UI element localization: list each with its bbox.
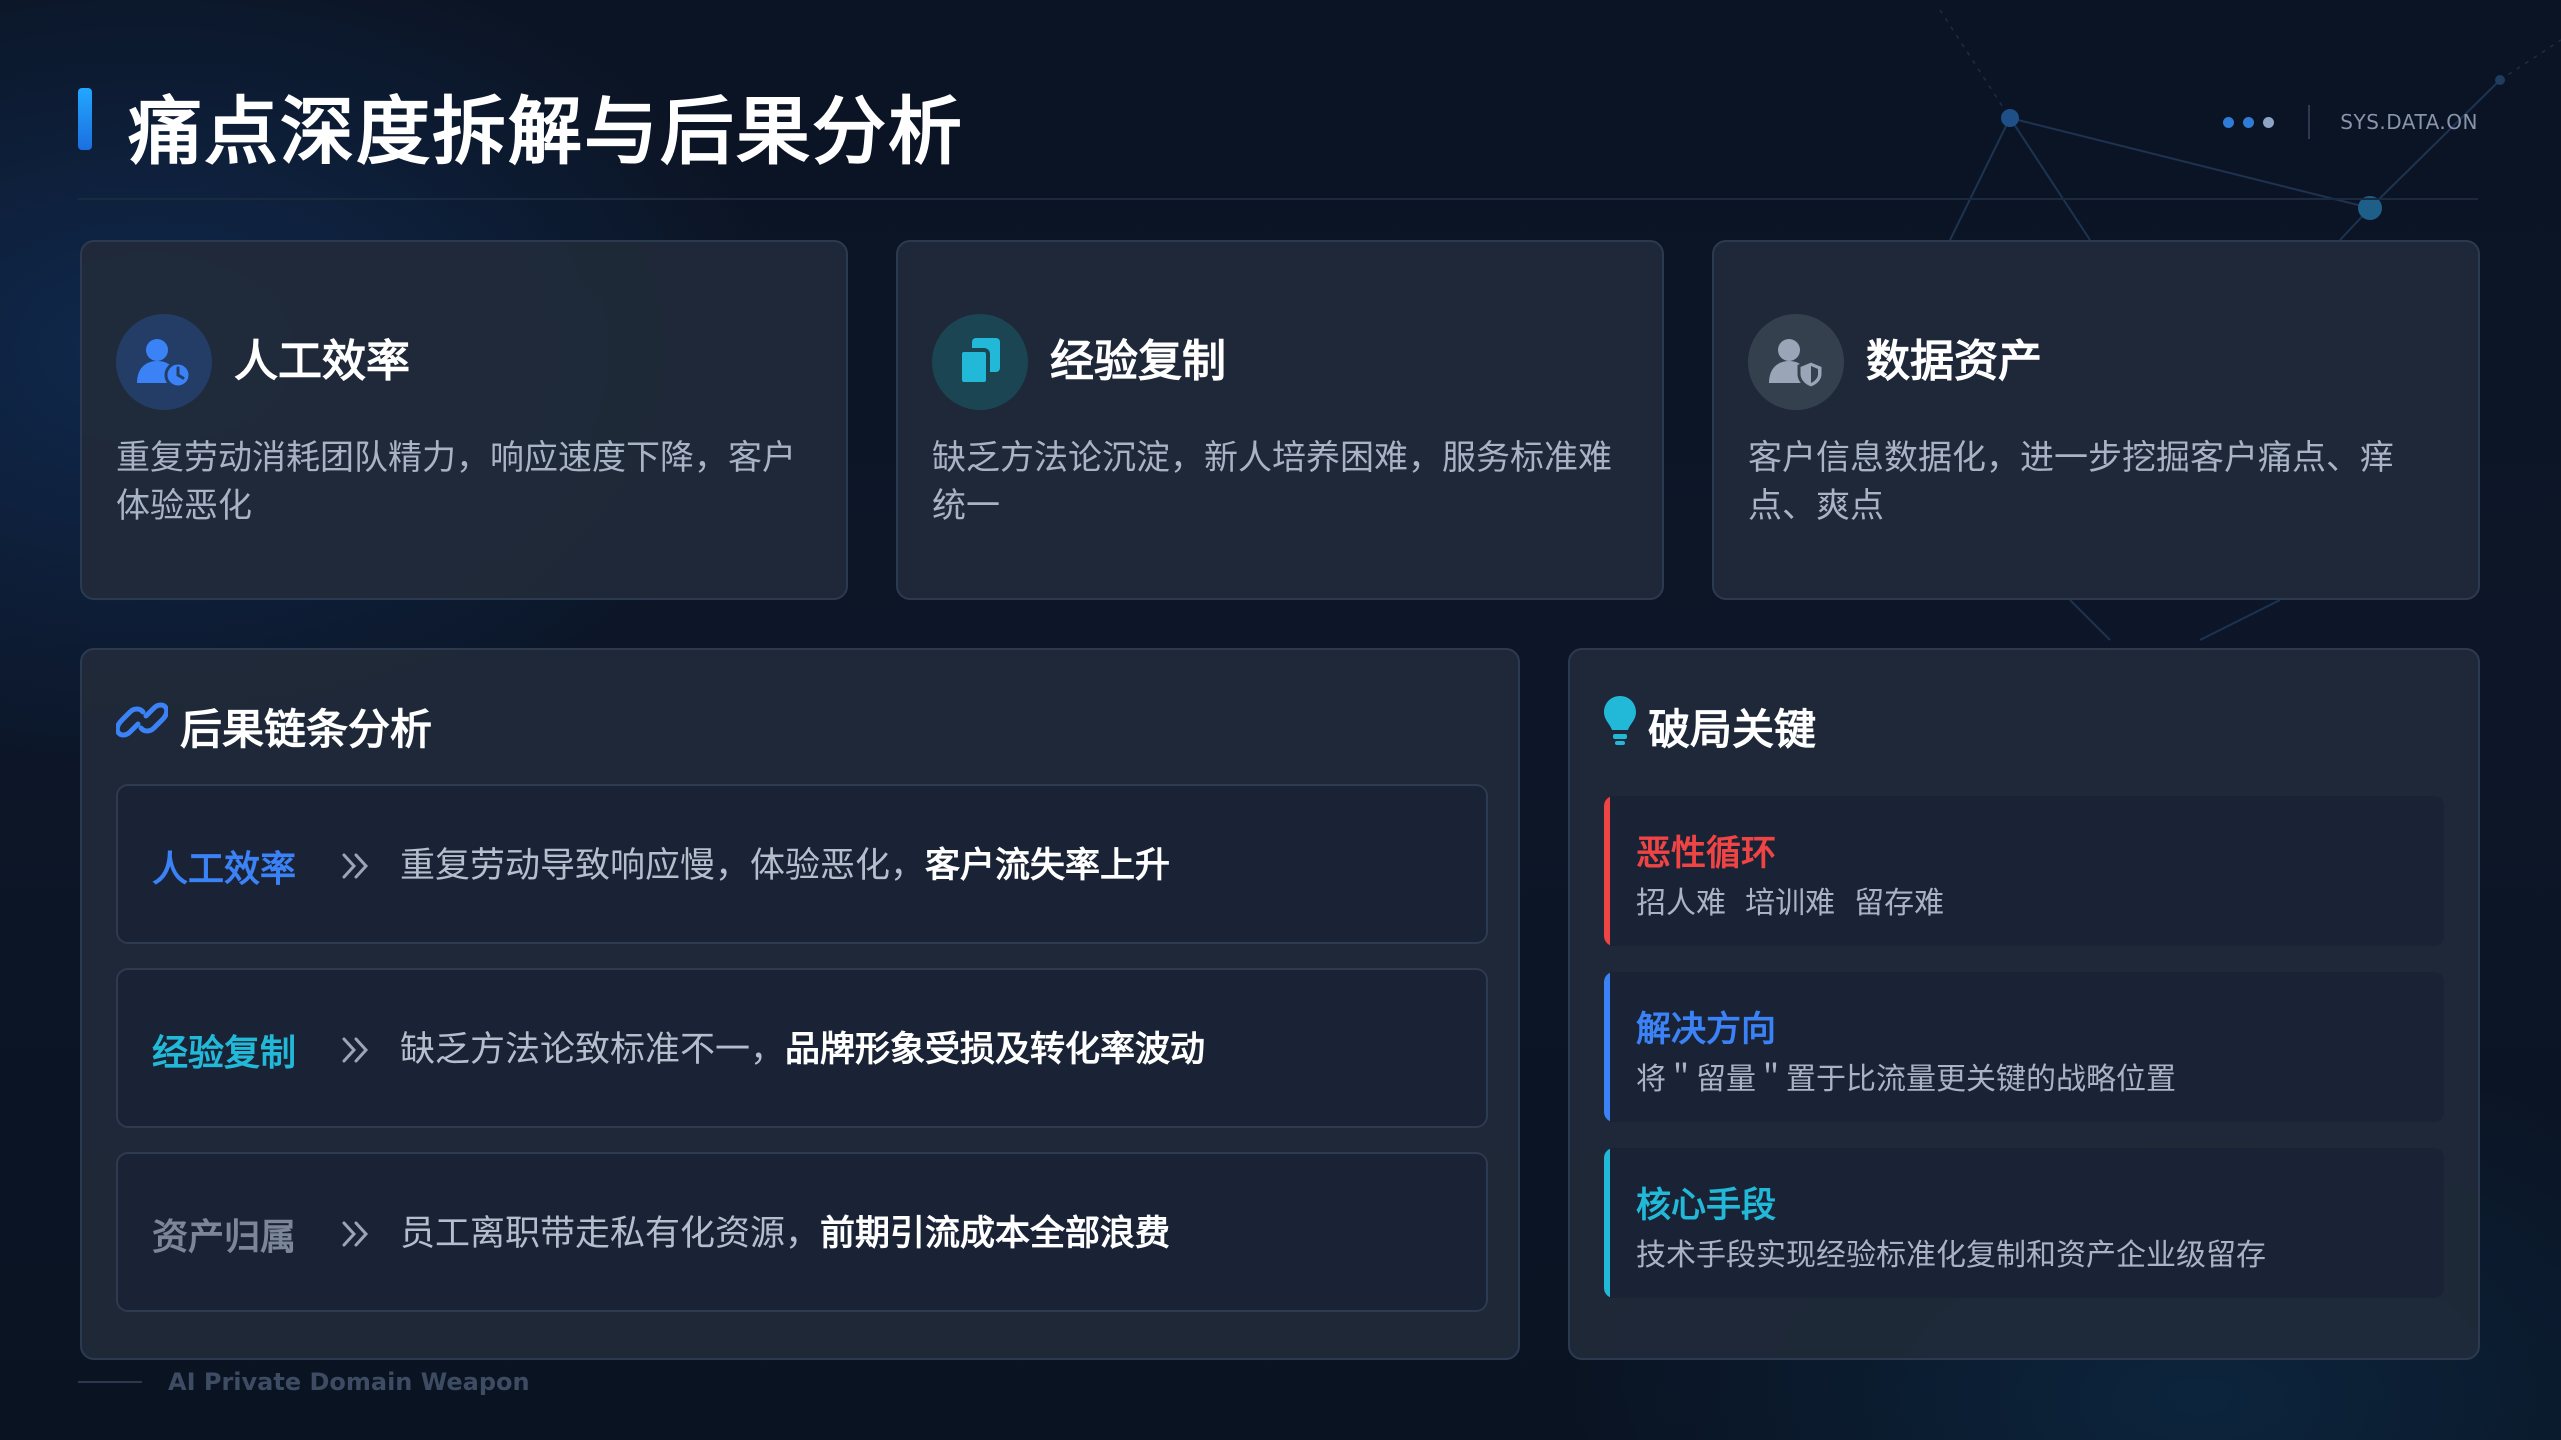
key-item-desc: 将＂留量＂置于比流量更关键的战略位置 <box>1636 1062 2176 1097</box>
copy-icon <box>932 314 1028 410</box>
pain-card-desc: 客户信息数据化，进一步挖掘客户痛点、痒点、爽点 <box>1748 438 2394 526</box>
link-icon <box>116 702 168 738</box>
footer-line <box>78 1381 142 1383</box>
pain-card-experience: 经验复制 缺乏方法论沉淀，新人培养困难，服务标准难统一 <box>896 240 1664 600</box>
pain-card-title: 人工效率 <box>234 336 410 387</box>
chain-row: 经验复制 缺乏方法论致标准不一，品牌形象受损及转化率波动 <box>116 968 1488 1128</box>
pain-card-title: 经验复制 <box>1050 336 1226 387</box>
key-item-stripe <box>1604 1148 1610 1298</box>
chain-row-text: 重复劳动导致响应慢，体验恶化，客户流失率上升 <box>400 846 1171 886</box>
chain-row-label: 资产归属 <box>152 1217 297 1258</box>
key-item: 恶性循环 招人难 培训难 留存难 <box>1604 796 2444 946</box>
key-item-desc: 招人难 培训难 留存难 <box>1636 886 1945 921</box>
key-item-stripe <box>1604 796 1610 946</box>
pain-card-efficiency: 人工效率 重复劳动消耗团队精力，响应速度下降，客户体验恶化 <box>80 240 848 600</box>
chain-row-emphasis: 前期引流成本全部浪费 <box>820 1214 1171 1254</box>
chain-row-emphasis: 客户流失率上升 <box>925 846 1171 886</box>
key-item-desc: 技术手段实现经验标准化复制和资产企业级留存 <box>1636 1238 2266 1273</box>
page-title: 痛点深度拆解与后果分析 <box>128 89 964 175</box>
double-chevron-right-icon <box>342 853 369 879</box>
chain-panel: 后果链条分析 人工效率 重复劳动导致响应慢，体验恶化，客户流失率上升 经验复制 … <box>80 648 1520 1360</box>
title-accent-bar <box>78 88 92 150</box>
double-chevron-right-icon <box>342 1221 369 1247</box>
header-rule <box>78 198 2478 200</box>
user-shield-icon <box>1748 314 1844 410</box>
header-status: SYS.DATA.ON <box>2223 102 2478 142</box>
status-dots-icon <box>2223 116 2275 128</box>
key-item-title: 恶性循环 <box>1636 834 1777 874</box>
keys-panel: 破局关键 恶性循环 招人难 培训难 留存难 解决方向 将＂留量＂置于比流量更关键… <box>1568 648 2480 1360</box>
key-item-stripe <box>1604 972 1610 1122</box>
chain-row-text: 缺乏方法论致标准不一，品牌形象受损及转化率波动 <box>400 1030 1206 1070</box>
chain-row-emphasis: 品牌形象受损及转化率波动 <box>785 1030 1206 1070</box>
lightbulb-icon <box>1604 696 1636 745</box>
key-item-title: 核心手段 <box>1636 1186 1777 1226</box>
double-chevron-right-icon <box>342 1037 369 1063</box>
key-item: 解决方向 将＂留量＂置于比流量更关键的战略位置 <box>1604 972 2444 1122</box>
sys-label: SYS.DATA.ON <box>2340 110 2478 134</box>
footer-text: AI Private Domain Weapon <box>168 1368 530 1396</box>
keys-title: 破局关键 <box>1648 705 1817 754</box>
header-divider <box>2308 105 2311 139</box>
chain-title: 后果链条分析 <box>180 705 433 754</box>
chain-row-text: 员工离职带走私有化资源，前期引流成本全部浪费 <box>400 1214 1171 1254</box>
pain-card-data: 数据资产 客户信息数据化，进一步挖掘客户痛点、痒点、爽点 <box>1712 240 2480 600</box>
key-item-title: 解决方向 <box>1636 1010 1777 1050</box>
chain-row: 人工效率 重复劳动导致响应慢，体验恶化，客户流失率上升 <box>116 784 1488 944</box>
header: 痛点深度拆解与后果分析 SYS.DATA.ON <box>78 82 2478 192</box>
chain-row-label: 人工效率 <box>152 849 297 890</box>
key-item: 核心手段 技术手段实现经验标准化复制和资产企业级留存 <box>1604 1148 2444 1298</box>
chain-row-label: 经验复制 <box>152 1033 297 1074</box>
user-clock-icon <box>116 314 212 410</box>
pain-card-title: 数据资产 <box>1866 336 2042 387</box>
pain-card-desc: 缺乏方法论沉淀，新人培养困难，服务标准难统一 <box>932 438 1612 526</box>
pain-card-desc: 重复劳动消耗团队精力，响应速度下降，客户体验恶化 <box>116 438 796 526</box>
chain-row: 资产归属 员工离职带走私有化资源，前期引流成本全部浪费 <box>116 1152 1488 1312</box>
